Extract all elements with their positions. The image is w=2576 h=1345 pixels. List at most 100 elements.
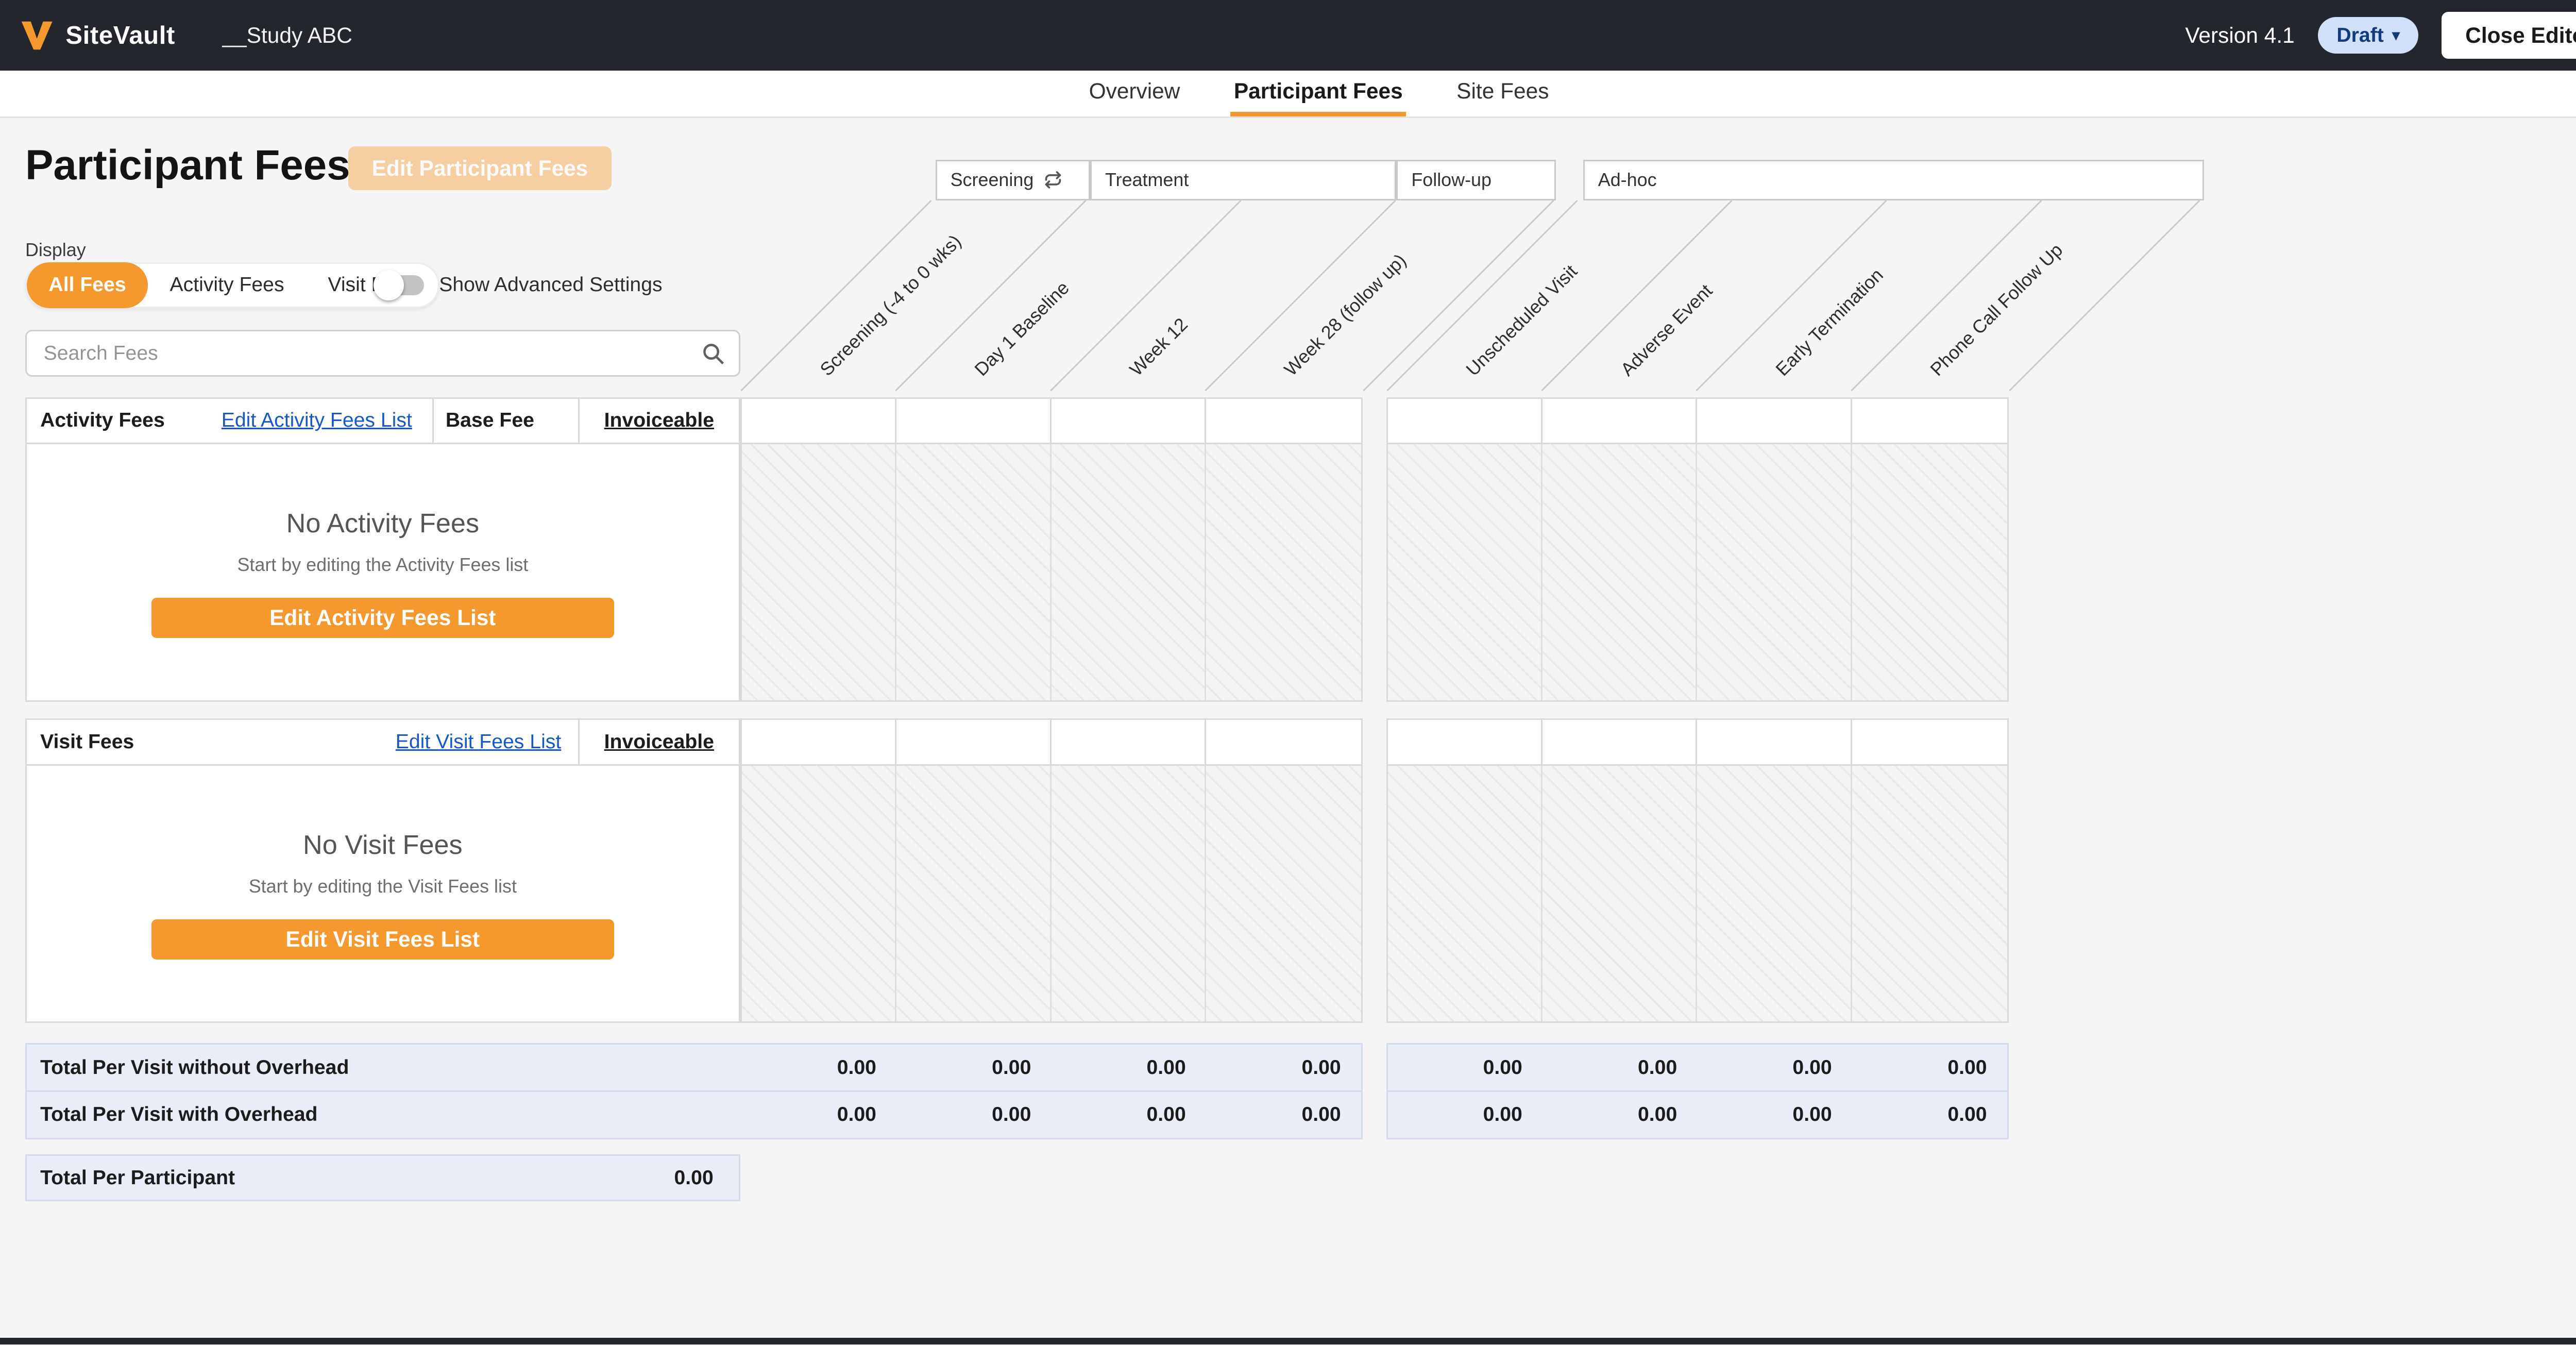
- epoch-treatment: Treatment: [1090, 160, 1397, 200]
- activity-empty-title: No Activity Fees: [286, 509, 480, 539]
- visit-fees-header-row: Visit Fees Edit Visit Fees List Invoicea…: [25, 718, 740, 766]
- total-value: 0.00: [1947, 1103, 1987, 1125]
- grid-header-cell: [896, 398, 1052, 443]
- diagonal-line: [2008, 200, 2200, 392]
- visit-label-week-28: Week 28 (follow up): [1280, 249, 1411, 380]
- visit-empty-title: No Visit Fees: [303, 830, 463, 860]
- visit-disabled-cells-group2: [1386, 765, 2009, 1023]
- grid-header-cell: [1052, 398, 1206, 443]
- activity-empty-subtitle: Start by editing the Activity Fees list: [237, 554, 529, 576]
- activity-fees-header-row: Activity Fees Edit Activity Fees List Ba…: [25, 397, 740, 445]
- disabled-fee-cell: [1206, 765, 1361, 1022]
- status-dropdown[interactable]: Draft ▾: [2318, 16, 2418, 54]
- show-advanced-settings-toggle[interactable]: [373, 270, 424, 300]
- activity-grid-header-group1: [740, 397, 1363, 445]
- grid-header-cell: [1543, 720, 1698, 764]
- visit-label-day1-baseline: Day 1 Baseline: [970, 277, 1074, 380]
- grid-header-cell: [1388, 398, 1543, 443]
- search-icon: [702, 342, 725, 365]
- visit-grid-header-group1: [740, 718, 1363, 766]
- visit-grid-header-group2: [1386, 718, 2009, 766]
- epoch-follow-up-label: Follow-up: [1411, 169, 1492, 191]
- tab-site-fees[interactable]: Site Fees: [1453, 71, 1552, 116]
- total-per-participant-label: Total Per Participant: [40, 1166, 235, 1189]
- disabled-fee-cell: [1543, 765, 1698, 1022]
- grid-header-cell: [742, 720, 897, 764]
- totals-right-block: 0.00 0.00 0.00 0.00 0.00 0.00 0.00 0.00: [1386, 1043, 2009, 1139]
- activity-grid-header-group2: [1386, 397, 2009, 445]
- total-value: 0.00: [1146, 1103, 1186, 1125]
- activity-fees-empty-state: No Activity Fees Start by editing the Ac…: [25, 444, 740, 702]
- disabled-fee-cell: [1697, 765, 1852, 1022]
- disabled-fee-cell: [896, 765, 1052, 1022]
- filter-activity-fees[interactable]: Activity Fees: [148, 262, 306, 308]
- totals-without-overhead-label: Total Per Visit without Overhead: [40, 1056, 349, 1079]
- activity-fees-title-cell: Activity Fees Edit Activity Fees List: [27, 398, 434, 443]
- totals-row-with-overhead: 0.00 0.00 0.00 0.00: [1387, 1090, 2007, 1137]
- tab-participant-fees[interactable]: Participant Fees: [1230, 71, 1406, 116]
- total-value: 0.00: [1146, 1056, 1186, 1079]
- grid-header-cell: [1697, 720, 1852, 764]
- grid-header-cell: [1697, 398, 1852, 443]
- study-title: __Study ABC: [222, 23, 352, 47]
- search-container: [25, 330, 740, 377]
- visit-label-early-termination: Early Termination: [1771, 264, 1887, 380]
- chevron-down-icon: ▾: [2392, 26, 2400, 44]
- total-value: 0.00: [1792, 1103, 1832, 1125]
- activity-disabled-cells-group1: [740, 444, 1363, 702]
- edit-activity-fees-list-button[interactable]: Edit Activity Fees List: [151, 597, 614, 638]
- edit-visit-fees-list-link[interactable]: Edit Visit Fees List: [396, 731, 562, 753]
- tab-bar: Overview Participant Fees Site Fees: [0, 71, 2576, 118]
- grid-header-cell: [1206, 399, 1361, 443]
- totals-row-without-overhead: 0.00 0.00 0.00 0.00: [1388, 1045, 2007, 1090]
- brand-name: SiteVault: [65, 21, 176, 49]
- base-fee-column-header: Base Fee: [434, 398, 580, 443]
- total-value: 0.00: [1638, 1056, 1677, 1079]
- grid-header-cell: [1388, 720, 1543, 764]
- disabled-fee-cell: [1852, 765, 2007, 1022]
- visit-label-phone-call: Phone Call Follow Up: [1926, 239, 2067, 380]
- edit-activity-fees-list-link[interactable]: Edit Activity Fees List: [222, 409, 412, 432]
- activity-invoiceable-column-header: Invoiceable: [604, 409, 714, 432]
- total-value: 0.00: [1638, 1103, 1677, 1125]
- page-title: Participant Fees: [25, 142, 350, 189]
- visit-disabled-cells-group1: [740, 765, 1363, 1023]
- epoch-screening-label: Screening: [950, 169, 1034, 191]
- disabled-fee-cell: [1051, 444, 1206, 700]
- disabled-fee-cell: [1852, 444, 2007, 700]
- total-value: 0.00: [1947, 1056, 1987, 1079]
- tab-overview[interactable]: Overview: [1086, 71, 1183, 116]
- visit-fees-title: Visit Fees: [40, 730, 134, 753]
- totals-row-without-overhead: Total Per Visit without Overhead 0.00 0.…: [27, 1045, 1361, 1090]
- epoch-treatment-label: Treatment: [1105, 169, 1189, 191]
- edit-visit-fees-list-button[interactable]: Edit Visit Fees List: [151, 919, 614, 960]
- close-editor-button[interactable]: Close Editor: [2442, 11, 2576, 59]
- toggle-knob: [373, 270, 404, 300]
- disabled-fee-cell: [741, 444, 897, 700]
- grid-header-cell: [896, 720, 1052, 764]
- filter-all-fees[interactable]: All Fees: [26, 262, 148, 308]
- total-value: 0.00: [1301, 1103, 1341, 1125]
- totals-with-overhead-label: Total Per Visit with Overhead: [40, 1103, 318, 1125]
- disabled-fee-cell: [741, 765, 897, 1022]
- grid-header-cell: [1543, 398, 1698, 443]
- visit-invoiceable-column-header: Invoiceable: [604, 730, 714, 753]
- total-per-participant-row: Total Per Participant 0.00: [25, 1154, 740, 1202]
- total-value: 0.00: [1792, 1056, 1832, 1079]
- grid-header-cell: [1206, 720, 1361, 764]
- totals-left-block: Total Per Visit without Overhead 0.00 0.…: [25, 1043, 1363, 1139]
- visit-label-week-12: Week 12: [1125, 313, 1192, 380]
- topbar-right: Version 4.1 Draft ▾ Close Editor: [2185, 11, 2576, 59]
- disabled-fee-cell: [1543, 444, 1698, 700]
- bottom-edge-bar: [0, 1337, 2576, 1344]
- sitevault-logo-icon: [20, 20, 54, 52]
- status-badge: Draft: [2336, 24, 2384, 46]
- visit-empty-subtitle: Start by editing the Visit Fees list: [248, 876, 517, 897]
- total-value: 0.00: [837, 1056, 876, 1079]
- search-input[interactable]: [25, 330, 740, 377]
- brand: SiteVault: [20, 20, 175, 52]
- total-value: 0.00: [837, 1103, 876, 1125]
- edit-participant-fees-button[interactable]: Edit Participant Fees: [348, 146, 612, 190]
- epoch-ad-hoc: Ad-hoc: [1583, 160, 2204, 200]
- total-value: 0.00: [1483, 1103, 1522, 1125]
